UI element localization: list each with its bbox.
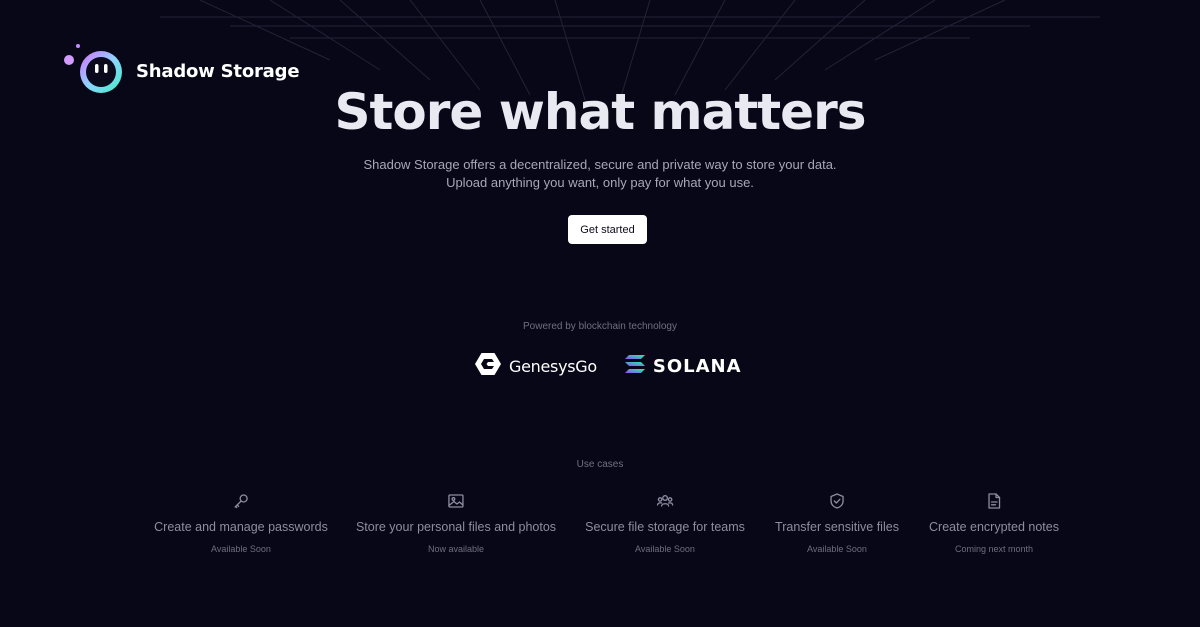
- partner-logos: GenesysGo SOLANA: [475, 352, 742, 381]
- use-case-files-photos[interactable]: Store your personal files and photos Now…: [356, 492, 556, 554]
- use-case-status: Available Soon: [807, 544, 867, 554]
- use-cases-heading: Use cases: [576, 459, 624, 470]
- document-icon: [988, 493, 1001, 509]
- hero-subtitle-line-1: Shadow Storage offers a decentralized, s…: [363, 157, 837, 172]
- landing-page: Shadow Storage Store what matters Shadow…: [0, 0, 1200, 627]
- use-case-title: Transfer sensitive files: [775, 520, 899, 534]
- get-started-button[interactable]: Get started: [568, 215, 647, 244]
- hero-title: Store what matters: [334, 83, 866, 141]
- use-case-title: Create and manage passwords: [154, 520, 328, 534]
- solana-logo-icon: [624, 355, 645, 378]
- use-case-status: Available Soon: [635, 544, 695, 554]
- use-case-passwords[interactable]: Create and manage passwords Available So…: [154, 492, 328, 554]
- solana-partner[interactable]: SOLANA: [624, 355, 742, 378]
- use-case-title: Store your personal files and photos: [355, 520, 557, 534]
- key-icon: [234, 494, 248, 509]
- image-icon: [448, 494, 464, 508]
- hero-subtitle-line-2: Upload anything you want, only pay for w…: [446, 175, 754, 190]
- use-case-status: Coming next month: [954, 544, 1034, 554]
- use-case-title: Create encrypted notes: [929, 520, 1059, 534]
- use-case-notes[interactable]: Create encrypted notes Coming next month: [929, 492, 1059, 554]
- genesysgo-partner[interactable]: GenesysGo: [475, 352, 597, 381]
- shield-icon: [830, 493, 844, 509]
- use-case-teams[interactable]: Secure file storage for teams Available …: [585, 492, 745, 554]
- hero-subtitle: Shadow Storage offers a decentralized, s…: [0, 156, 1200, 192]
- genesysgo-logo-icon: [475, 352, 501, 381]
- use-case-transfer[interactable]: Transfer sensitive files Available Soon: [775, 492, 899, 554]
- genesysgo-name: GenesysGo: [509, 357, 597, 376]
- use-case-status: Now available: [427, 544, 485, 554]
- brand-name: Shadow Storage: [136, 60, 300, 82]
- team-icon: [656, 495, 674, 507]
- solana-name: SOLANA: [652, 356, 742, 377]
- powered-by-label: Powered by blockchain technology: [523, 321, 677, 332]
- use-case-status: Available Soon: [211, 544, 271, 554]
- use-case-title: Secure file storage for teams: [585, 520, 745, 534]
